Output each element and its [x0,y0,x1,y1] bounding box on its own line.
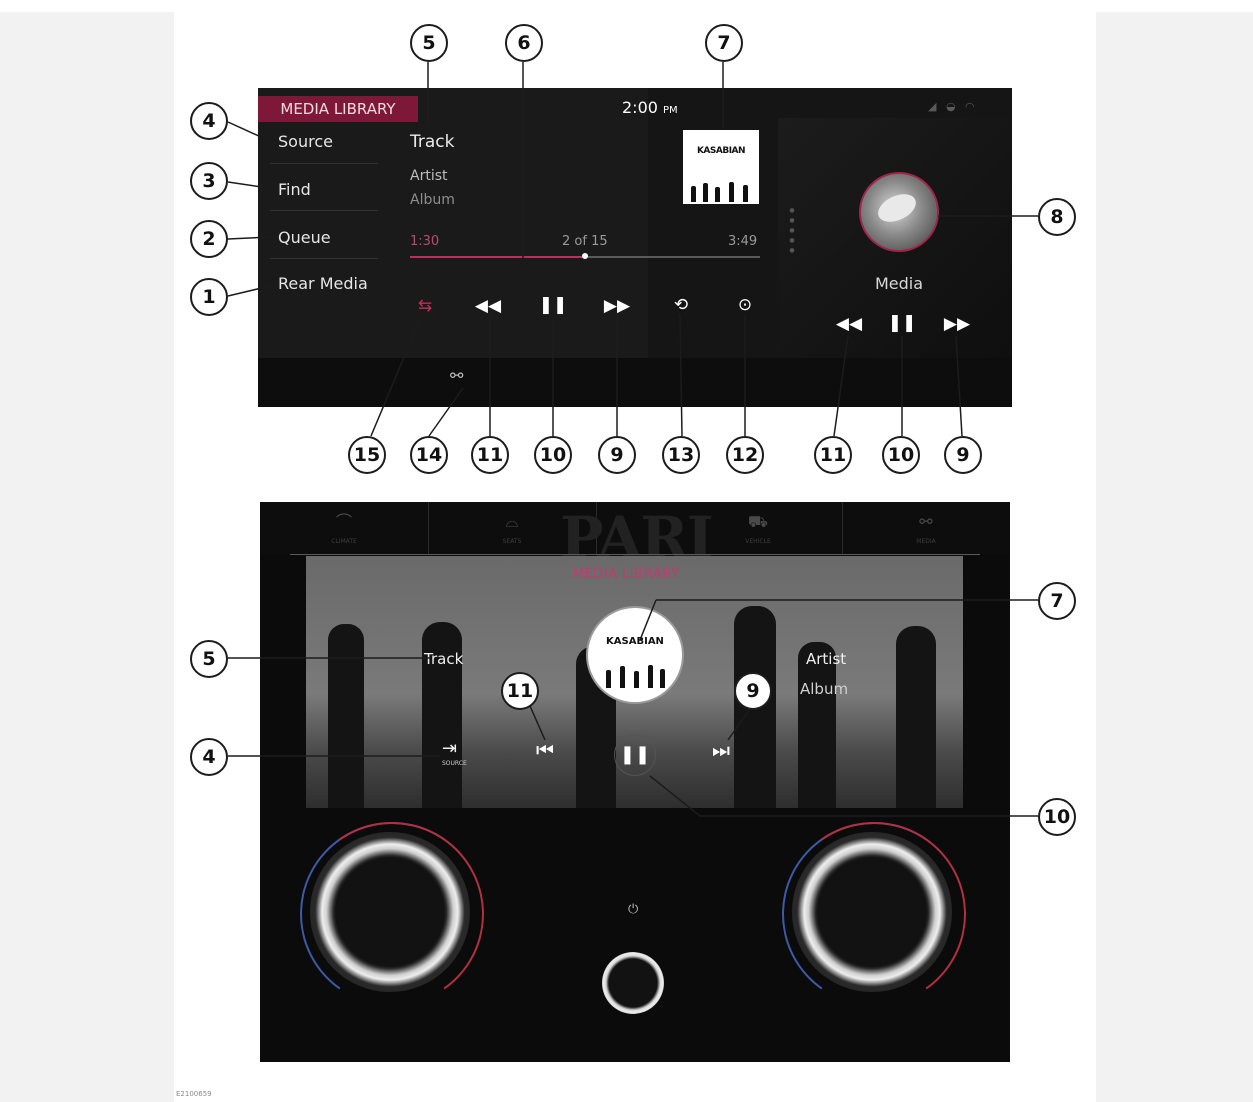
leader-line [227,285,271,297]
leader-line [529,705,546,741]
callout-7: 7 [705,24,743,62]
callout-8: 8 [1038,198,1076,236]
callout-2: 2 [190,220,228,258]
leader-line [227,121,273,143]
callout-11: 11 [501,672,539,710]
callout-14: 14 [410,436,448,474]
callout-9: 9 [734,672,772,710]
callout-11: 11 [814,436,852,474]
callout-10: 10 [1038,798,1076,836]
callout-13: 13 [662,436,700,474]
callout-10: 10 [882,436,920,474]
leader-line [727,705,753,741]
callout-9: 9 [598,436,636,474]
callout-leader-lines [227,62,1038,817]
leader-line [370,311,424,437]
callout-1: 1 [190,278,228,316]
callout-5: 5 [410,24,448,62]
leader-line [428,387,464,437]
callout-9: 9 [944,436,982,474]
callout-11: 11 [471,436,509,474]
leader-line [639,599,657,641]
leader-line [833,335,849,437]
leader-line [679,313,683,437]
callout-10: 10 [534,436,572,474]
leader-line [227,181,269,189]
callout-6: 6 [505,24,543,62]
leader-line [955,335,963,437]
callout-15: 15 [348,436,386,474]
leader-line [227,236,271,240]
callout-3: 3 [190,162,228,200]
figure-code: E2100659 [176,1090,212,1098]
callout-4: 4 [190,102,228,140]
callout-5: 5 [190,640,228,678]
callout-12: 12 [726,436,764,474]
leader-line [649,775,1038,817]
callout-4: 4 [190,738,228,776]
callout-7: 7 [1038,582,1076,620]
